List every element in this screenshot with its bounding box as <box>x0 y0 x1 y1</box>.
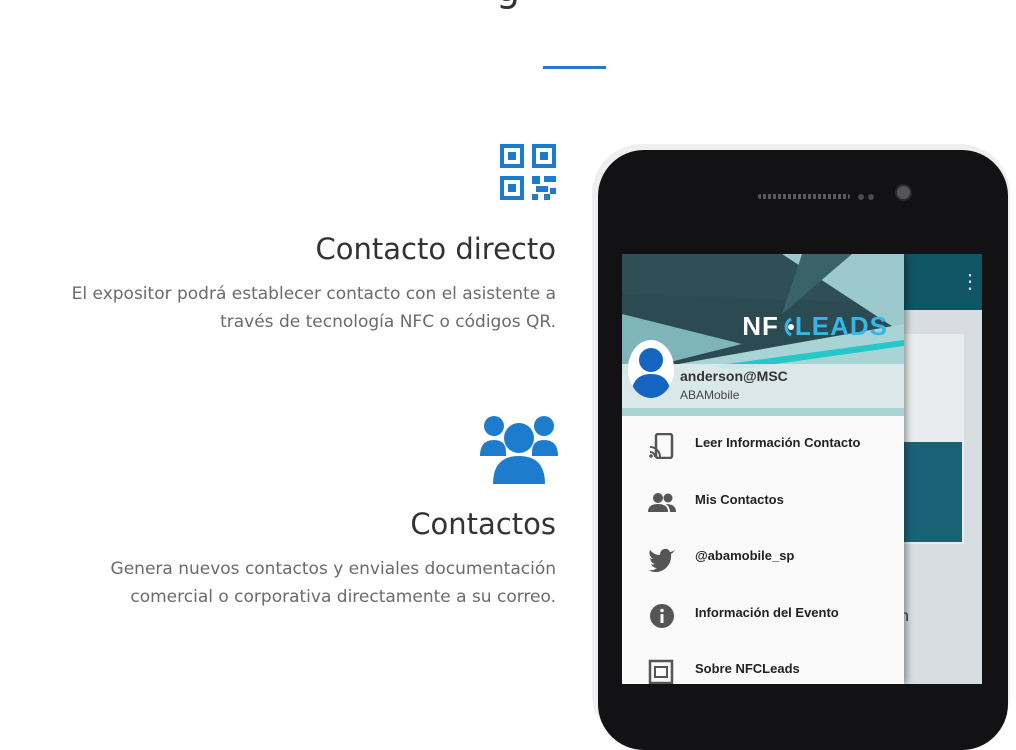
user-name: anderson@MSC <box>680 368 788 384</box>
menu-item-label: Mis Contactos <box>695 492 784 507</box>
menu-item-label: @abamobile_sp <box>695 548 795 563</box>
menu-item-twitter[interactable]: @abamobile_sp <box>622 530 904 586</box>
users-group-icon <box>480 416 558 484</box>
phone-sensor-dot <box>858 194 864 200</box>
contacts-icon <box>648 493 676 512</box>
feature-description-line: comercial o corporativa directamente a s… <box>130 587 556 607</box>
feature-title: Contactos <box>410 507 556 541</box>
navigation-drawer: NF LEADS anderson@MSC ABAMobile Leer Info… <box>622 254 904 684</box>
menu-item-sobre[interactable]: Sobre NFCLeads <box>622 643 904 684</box>
menu-item-label: Sobre NFCLeads <box>695 661 800 676</box>
phone-sensor-dot <box>868 194 874 200</box>
menu-item-leer-contacto[interactable]: Leer Información Contacto <box>622 417 904 473</box>
feature-description-line: través de tecnología NFC o códigos QR. <box>220 312 556 332</box>
app-logo: NF LEADS <box>742 311 888 342</box>
twitter-icon <box>648 548 675 572</box>
feature-description-line: Genera nuevos contactos y enviales docum… <box>110 559 556 579</box>
phone-camera <box>895 184 912 201</box>
user-avatar-icon[interactable] <box>628 340 674 398</box>
drawer-header: NF LEADS anderson@MSC ABAMobile <box>622 254 904 416</box>
menu-item-label: Leer Información Contacto <box>695 435 861 450</box>
qr-code-icon <box>500 144 556 200</box>
feature-contactos: Contactos Genera nuevos contactos y envi… <box>36 507 556 611</box>
menu-item-info-evento[interactable]: Información del Evento <box>622 587 904 643</box>
menu-item-mis-contactos[interactable]: Mis Contactos <box>622 474 904 530</box>
info-icon <box>650 604 674 628</box>
section-divider <box>543 66 606 69</box>
user-organization: ABAMobile <box>680 388 740 402</box>
nfc-read-icon <box>649 433 674 459</box>
logo-text: NF <box>742 311 779 341</box>
feature-contacto-directo: Contacto directo El expositor podrá esta… <box>36 232 556 336</box>
feature-title: Contacto directo <box>315 232 556 266</box>
feature-description-line: El expositor podrá establecer contacto c… <box>71 284 556 304</box>
more-options-icon[interactable]: ⋮ <box>960 272 980 292</box>
phone-speaker <box>758 194 850 199</box>
section-heading-cut: g <box>0 0 1016 10</box>
menu-item-label: Información del Evento <box>695 605 839 620</box>
nfc-signal-icon <box>784 317 794 337</box>
feature-description: Genera nuevos contactos y enviales docum… <box>36 555 556 611</box>
background-card-image <box>904 442 962 542</box>
feature-description: El expositor podrá establecer contacto c… <box>36 280 556 336</box>
phone-screen: ⋮ n NF LEADS anderson@MSC ABAMobile Leer… <box>622 254 982 684</box>
logo-text-accent: LEADS <box>794 311 888 341</box>
